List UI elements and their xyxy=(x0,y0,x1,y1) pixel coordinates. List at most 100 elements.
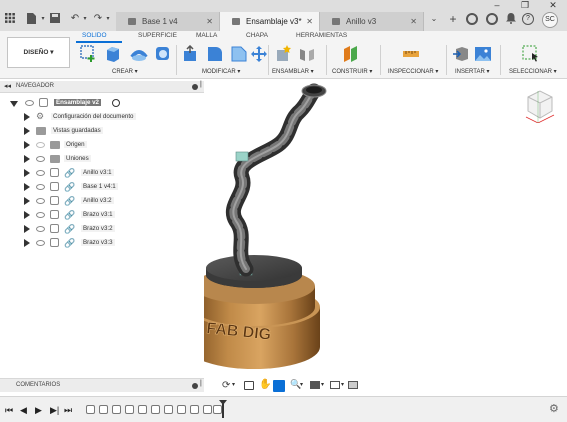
tab-herramientas[interactable]: HERRAMIENTAS xyxy=(296,32,347,39)
avatar[interactable]: SC xyxy=(542,12,558,28)
tree-item-label[interactable]: Uniones xyxy=(64,155,91,162)
expand-triangle-icon[interactable] xyxy=(24,155,30,163)
bell-icon[interactable] xyxy=(504,13,518,25)
group-inspeccionar[interactable]: INSPECCIONAR ▾ xyxy=(388,68,438,75)
timeline-settings-icon[interactable]: ⚙ xyxy=(549,402,559,415)
save-icon[interactable] xyxy=(48,13,62,25)
expand-triangle-icon[interactable] xyxy=(24,141,30,149)
step-back-icon[interactable]: ◀ xyxy=(20,405,27,416)
insert-derive-icon[interactable] xyxy=(452,45,470,63)
help-icon[interactable]: ? xyxy=(522,13,534,25)
timeline-feature-icon[interactable] xyxy=(86,405,95,414)
fit-dropdown-icon[interactable]: ▾ xyxy=(300,381,303,388)
tree-row-origin[interactable]: Origen xyxy=(0,139,200,151)
expand-triangle-icon[interactable] xyxy=(24,197,30,205)
grid-settings-icon[interactable] xyxy=(330,381,340,389)
play-icon[interactable]: ▶ xyxy=(35,405,42,416)
group-seleccionar[interactable]: SELECCIONAR ▾ xyxy=(509,68,557,75)
timeline-marker-head[interactable] xyxy=(219,400,227,405)
visibility-eye-icon[interactable] xyxy=(36,212,45,218)
timeline-feature-icon[interactable] xyxy=(177,405,186,414)
expand-triangle-icon[interactable] xyxy=(24,183,30,191)
close-tab-icon[interactable]: ✕ xyxy=(306,12,313,31)
new-component-icon[interactable] xyxy=(274,45,292,63)
group-crear[interactable]: CREAR ▾ xyxy=(112,68,138,75)
tree-row-config[interactable]: ⚙ Configuración del documento xyxy=(0,111,200,123)
visibility-eye-icon[interactable] xyxy=(36,240,45,246)
expand-triangle-icon[interactable] xyxy=(24,169,30,177)
extrude-icon[interactable] xyxy=(104,45,122,63)
pan-hand-icon[interactable]: ✋ xyxy=(259,379,271,390)
tree-item-label[interactable]: Vistas guardadas xyxy=(51,127,103,134)
activate-radio-icon[interactable] xyxy=(112,99,120,107)
tree-row-component[interactable]: 🔗 Anillo v3:2 xyxy=(0,195,200,207)
clock-icon[interactable] xyxy=(486,13,498,25)
sweep-icon[interactable] xyxy=(154,45,172,63)
select-icon[interactable] xyxy=(522,45,540,63)
timeline-feature-icon[interactable] xyxy=(125,405,134,414)
new-sketch-icon[interactable] xyxy=(80,45,98,63)
tree-item-label[interactable]: Anillo v3:1 xyxy=(81,169,114,176)
tree-item-label[interactable]: Brazo v3:1 xyxy=(81,211,115,218)
tree-row-saved-views[interactable]: Vistas guardadas xyxy=(0,125,200,137)
comments-add-icon[interactable] xyxy=(192,383,198,389)
look-at-icon[interactable] xyxy=(244,381,254,390)
workspace-dropdown[interactable]: DISEÑO ▾ xyxy=(7,37,70,68)
timeline-feature-icon[interactable] xyxy=(151,405,160,414)
tree-row-root[interactable]: Ensamblaje v2 xyxy=(0,97,200,109)
tab-malla[interactable]: MALLA xyxy=(196,32,217,39)
navigator-menu-icon[interactable] xyxy=(192,84,198,90)
collapse-triangle-icon[interactable] xyxy=(10,101,18,107)
expand-triangle-icon[interactable] xyxy=(24,211,30,219)
tree-item-label[interactable]: Configuración del documento xyxy=(51,113,136,120)
visibility-eye-icon[interactable] xyxy=(36,226,45,232)
tree-row-component[interactable]: 🔗 Base 1 v4:1 xyxy=(0,181,200,193)
root-component-label[interactable]: Ensamblaje v2 xyxy=(54,99,101,106)
orbit-icon[interactable]: ⟳ xyxy=(222,380,230,391)
tree-item-label[interactable]: Origen xyxy=(64,141,87,148)
close-button[interactable]: ✕ xyxy=(542,0,564,10)
tree-item-label[interactable]: Anillo v3:2 xyxy=(81,197,114,204)
navigator-resize-icon[interactable]: | xyxy=(200,81,202,88)
display-dropdown-icon[interactable]: ▾ xyxy=(321,381,324,388)
maximize-button[interactable]: ❐ xyxy=(514,0,536,10)
close-tab-icon[interactable]: ✕ xyxy=(410,12,417,31)
tree-row-component[interactable]: 🔗 Anillo v3:1 xyxy=(0,167,200,179)
construction-plane-icon[interactable] xyxy=(342,45,360,63)
tree-item-label[interactable]: Brazo v3:2 xyxy=(81,225,115,232)
zoom-active-icon[interactable] xyxy=(273,380,285,392)
insert-image-icon[interactable] xyxy=(474,45,492,63)
expand-triangle-icon[interactable] xyxy=(24,113,30,121)
plus-icon[interactable]: + xyxy=(446,13,460,25)
minimize-button[interactable]: – xyxy=(486,0,508,10)
timeline-feature-icon[interactable] xyxy=(164,405,173,414)
tab-ensamblaje[interactable]: Ensamblaje v3* ✕ xyxy=(220,12,320,31)
display-settings-icon[interactable] xyxy=(310,381,320,389)
tab-overflow-icon[interactable]: ⌄ xyxy=(427,13,441,25)
comments-panel[interactable]: COMENTARIOS | xyxy=(0,378,204,392)
timeline-feature-icon[interactable] xyxy=(138,405,147,414)
tab-base[interactable]: Base 1 v4 ✕ xyxy=(116,12,220,31)
visibility-eye-icon[interactable] xyxy=(36,142,45,148)
group-modificar[interactable]: MODIFICAR ▾ xyxy=(202,68,240,75)
visibility-eye-icon[interactable] xyxy=(36,184,45,190)
tree-item-label[interactable]: Brazo v3:3 xyxy=(81,239,115,246)
tree-row-component[interactable]: 🔗 Brazo v3:3 xyxy=(0,237,200,249)
grid-icon[interactable] xyxy=(3,13,17,25)
revolve-icon[interactable] xyxy=(130,45,148,63)
visibility-eye-icon[interactable] xyxy=(25,100,34,106)
close-tab-icon[interactable]: ✕ xyxy=(206,12,213,31)
tree-row-component[interactable]: 🔗 Brazo v3:2 xyxy=(0,223,200,235)
group-ensamblar[interactable]: ENSAMBLAR ▾ xyxy=(272,68,314,75)
expand-triangle-icon[interactable] xyxy=(24,239,30,247)
orbit-dropdown-icon[interactable]: ▾ xyxy=(232,381,235,388)
undo-dropdown-icon[interactable]: ▾ xyxy=(78,13,92,25)
go-to-start-icon[interactable]: ⏮ xyxy=(5,405,13,416)
timeline-feature-icon[interactable] xyxy=(213,405,222,414)
visibility-eye-icon[interactable] xyxy=(36,198,45,204)
tab-chapa[interactable]: CHAPA xyxy=(246,32,268,39)
group-insertar[interactable]: INSERTAR ▾ xyxy=(455,68,489,75)
expand-triangle-icon[interactable] xyxy=(24,225,30,233)
tree-row-joints[interactable]: Uniones xyxy=(0,153,200,165)
collapse-panel-icon[interactable]: ◂◂ xyxy=(4,82,11,90)
